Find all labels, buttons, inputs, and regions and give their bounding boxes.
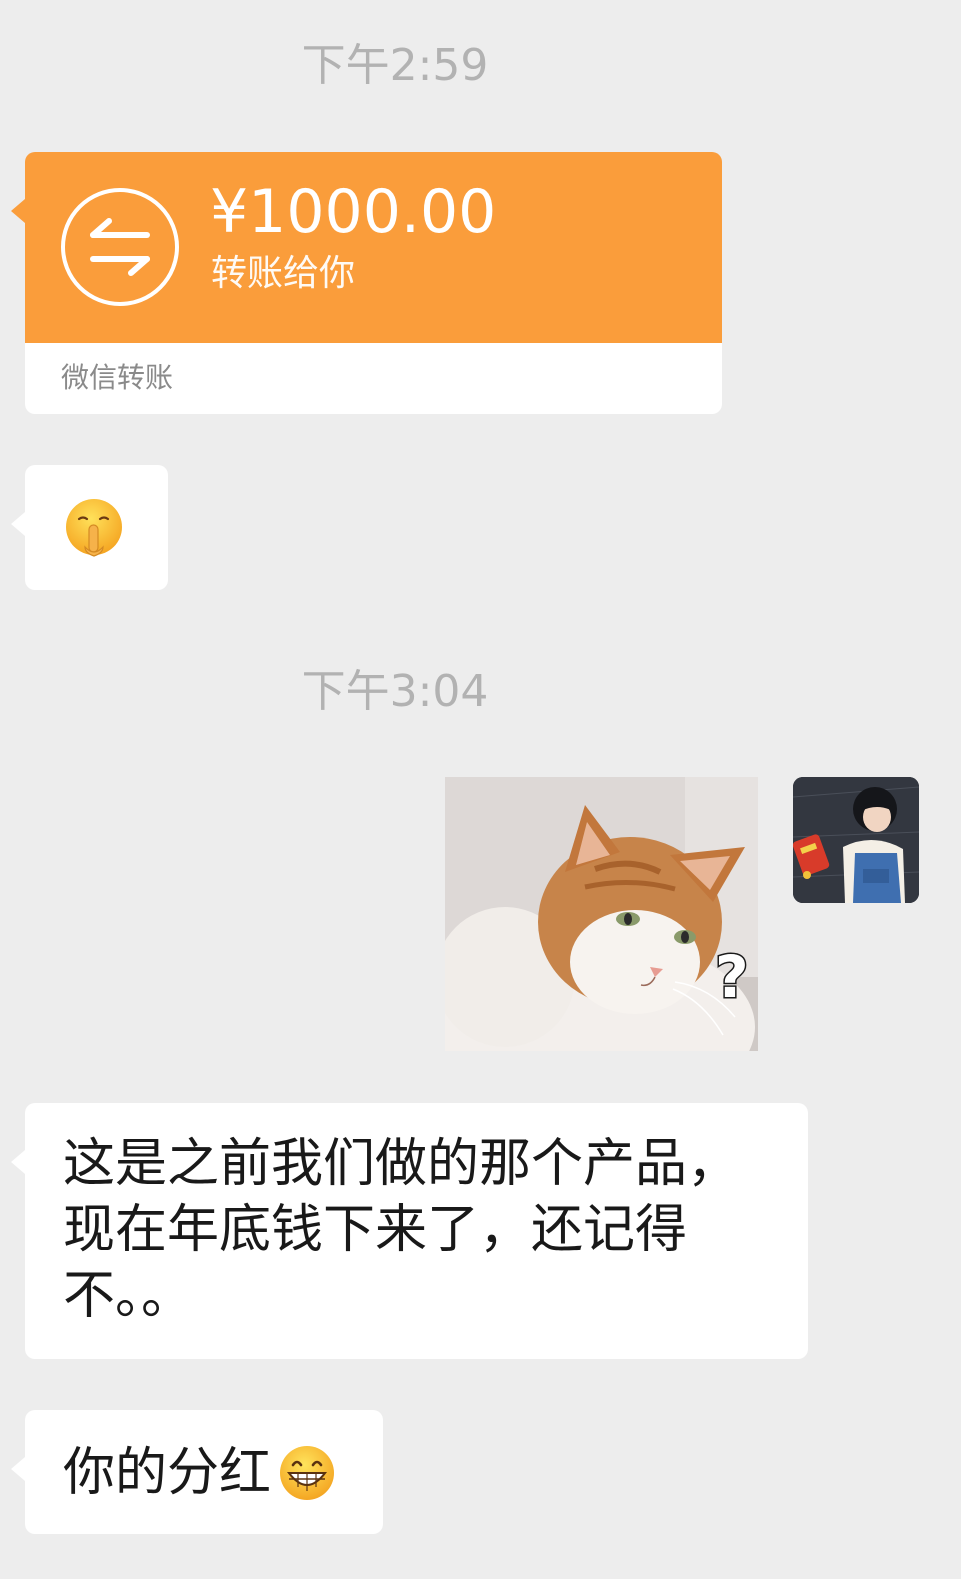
chat-message-bubble[interactable]: 这是之前我们做的那个产品，现在年底钱下来了，还记得不。。 (11, 1103, 808, 1359)
transfer-source-label: 微信转账 (61, 361, 174, 394)
grinning-face-emoji (280, 1446, 335, 1500)
svg-text:?: ? (715, 943, 749, 1011)
chat-message-text: 这是之前我们做的那个产品，现在年底钱下来了，还记得不。。 (63, 1134, 740, 1326)
chat-message-text: 你的分红 (63, 1443, 272, 1503)
transfer-card[interactable]: ¥1000.00 转账给你 微信转账 (11, 152, 722, 414)
shushing-face-emoji (66, 499, 122, 557)
transfer-card-footer: 微信转账 (25, 343, 722, 414)
user-avatar[interactable] (793, 777, 919, 903)
cat-question-sticker[interactable]: ? (445, 777, 758, 1051)
emoji-message-bubble[interactable] (11, 465, 168, 590)
transfer-description: 转账给你 (211, 253, 356, 294)
transfer-amount: ¥1000.00 (210, 177, 497, 247)
timestamp: 下午3:04 (301, 666, 489, 717)
transfer-card-header: ¥1000.00 转账给你 (25, 152, 722, 343)
chat-message-bubble[interactable]: 你的分红 (11, 1410, 383, 1534)
timestamp: 下午2:59 (301, 40, 489, 91)
transfer-arrows-icon (61, 188, 179, 306)
